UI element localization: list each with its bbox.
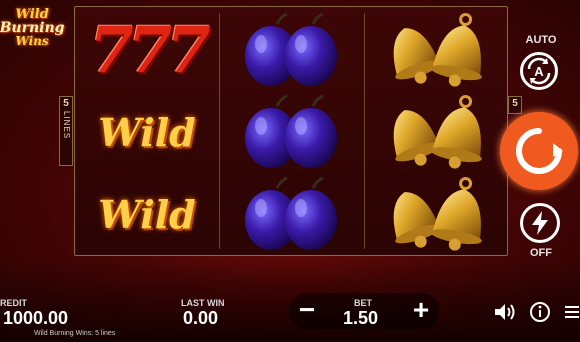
symbol-plum <box>220 9 364 91</box>
game-info-footer: Wild Burning Wins: 5 lines <box>34 330 116 337</box>
info-button[interactable] <box>529 301 551 323</box>
credit-label: REDIT <box>0 298 27 308</box>
seven-text: 777 <box>89 12 211 88</box>
symbol-wild: Wild <box>75 91 219 173</box>
bet-increase-button[interactable]: + <box>406 295 436 325</box>
symbol-plum <box>220 91 364 173</box>
wild-text: Wild <box>98 109 196 155</box>
plum-icon <box>245 176 337 250</box>
last-win-label: LAST WIN <box>181 298 225 308</box>
spin-button[interactable] <box>500 112 578 190</box>
auto-label: AUTO <box>525 34 557 46</box>
credit-value: 1000.00 <box>3 308 69 328</box>
turbo-button[interactable] <box>520 203 560 243</box>
reel-3 <box>365 7 509 255</box>
symbol-plum <box>220 173 364 255</box>
paylines-left-number: 5 <box>63 98 69 109</box>
auto-letter: A <box>534 63 544 79</box>
bet-value: 1.50 <box>343 308 379 328</box>
bell-icon <box>393 176 482 251</box>
bell-icon <box>393 94 482 169</box>
bet-decrease-button[interactable]: − <box>292 295 322 325</box>
wild-text: Wild <box>98 191 196 237</box>
plum-icon <box>245 94 337 168</box>
paylines-right-tag: 5 <box>508 96 522 114</box>
last-win-value: 0.00 <box>183 308 219 328</box>
logo-line-2: Burning <box>0 20 65 36</box>
symbol-bell <box>365 91 509 173</box>
bet-label: BET <box>354 298 372 308</box>
spin-icon <box>516 128 563 174</box>
game-logo: Wild Burning Wins <box>0 8 68 70</box>
reel-2 <box>220 7 364 255</box>
sound-button[interactable] <box>493 302 517 322</box>
symbol-seven: 777 <box>75 9 219 91</box>
menu-icon <box>565 306 579 318</box>
turbo-lightning-icon <box>532 211 548 235</box>
reel-1: 777 Wild Wild <box>75 7 219 255</box>
bell-icon <box>393 12 482 87</box>
paylines-left-tag: 5 LINES <box>59 96 73 166</box>
symbol-wild: Wild <box>75 173 219 255</box>
reel-area: 777 Wild Wild <box>74 6 508 256</box>
menu-button[interactable] <box>564 303 580 321</box>
plum-icon <box>245 12 337 86</box>
logo-line-3: Wins <box>15 34 49 48</box>
symbol-bell <box>365 9 509 91</box>
paylines-right-number: 5 <box>512 98 518 109</box>
symbol-bell <box>365 173 509 255</box>
sound-icon <box>495 304 515 320</box>
paylines-left-word: LINES <box>62 111 71 140</box>
info-icon <box>530 302 550 322</box>
auto-button[interactable]: A <box>520 52 558 90</box>
